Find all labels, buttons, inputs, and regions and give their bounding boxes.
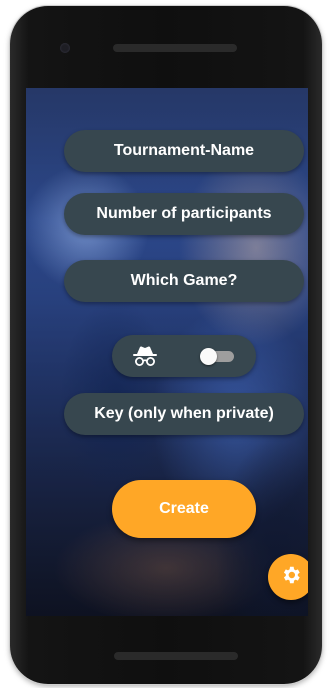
privacy-toggle-card: [112, 335, 256, 377]
incognito-icon: [132, 345, 158, 367]
create-button-label: Create: [159, 500, 209, 517]
front-camera: [60, 43, 70, 53]
key-placeholder: Key (only when private): [94, 405, 274, 422]
participants-placeholder: Number of participants: [96, 205, 272, 222]
game-placeholder: Which Game?: [130, 272, 238, 289]
game-field[interactable]: Which Game?: [64, 260, 304, 302]
phone-frame: Tournament-Name Number of participants W…: [10, 6, 322, 684]
earpiece-speaker: [113, 44, 237, 52]
tournament-name-field[interactable]: Tournament-Name: [64, 130, 304, 172]
private-switch[interactable]: [200, 348, 234, 365]
create-button[interactable]: Create: [112, 480, 256, 538]
switch-thumb: [200, 348, 217, 365]
key-field[interactable]: Key (only when private): [64, 393, 304, 435]
gear-icon: [280, 564, 302, 591]
participants-field[interactable]: Number of participants: [64, 193, 304, 235]
app-screen: Tournament-Name Number of participants W…: [26, 88, 308, 616]
tournament-name-placeholder: Tournament-Name: [113, 142, 255, 159]
bottom-speaker: [114, 652, 238, 660]
settings-button[interactable]: [268, 554, 308, 600]
